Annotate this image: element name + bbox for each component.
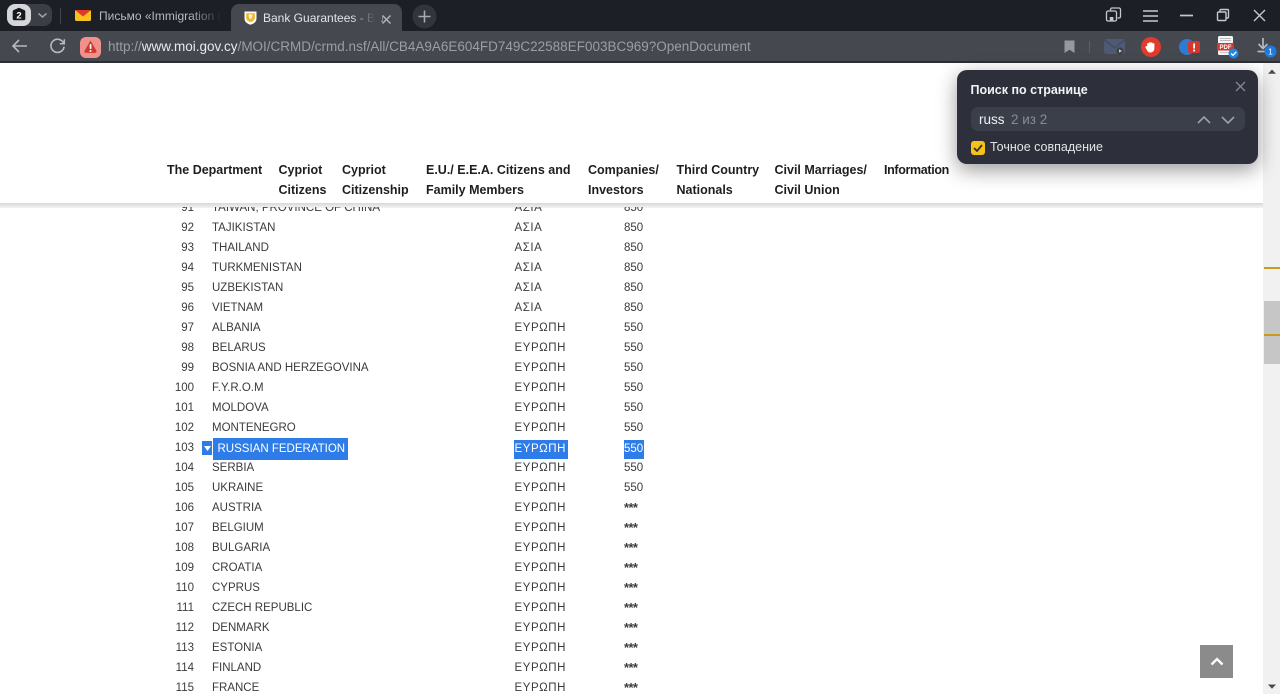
svg-text:2: 2 xyxy=(16,10,21,21)
svg-text:1: 1 xyxy=(1268,46,1273,56)
